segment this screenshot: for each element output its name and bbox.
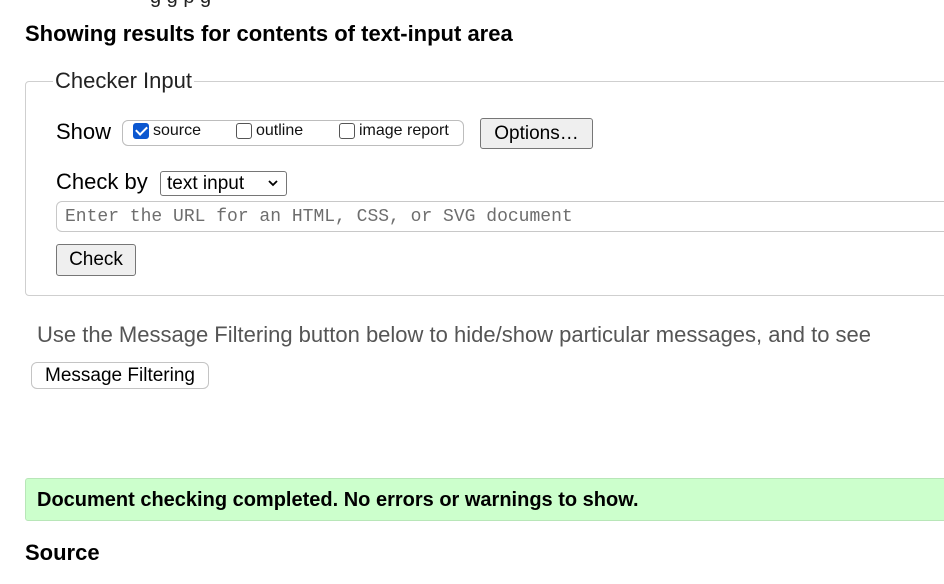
- success-message: Document checking completed. No errors o…: [37, 489, 639, 511]
- page: g g p g Showing results for contents of …: [0, 0, 944, 584]
- source-checkbox-label: source: [153, 122, 202, 139]
- options-button[interactable]: Options…: [480, 118, 593, 149]
- check-by-label: Check by: [56, 169, 148, 194]
- source-heading: Source: [25, 540, 100, 565]
- image-report-checkbox-label: image report: [359, 122, 449, 139]
- source-checkbox[interactable]: [133, 123, 149, 139]
- outline-checkbox-label: outline: [256, 122, 304, 139]
- show-label: Show: [56, 119, 112, 144]
- success-message-bar: Document checking completed. No errors o…: [25, 478, 944, 521]
- image-report-checkbox-option[interactable]: image report: [339, 122, 449, 140]
- check-button[interactable]: Check: [56, 244, 136, 276]
- image-report-checkbox[interactable]: [339, 123, 355, 139]
- message-filtering-note: Use the Message Filtering button below t…: [37, 322, 872, 347]
- source-checkbox-option[interactable]: source: [133, 122, 201, 140]
- checker-input-legend: Checker Input: [53, 68, 194, 94]
- url-input-placeholder: Enter the URL for an HTML, CSS, or SVG d…: [65, 207, 573, 227]
- chevron-down-icon: [268, 180, 278, 187]
- message-filtering-button[interactable]: Message Filtering: [31, 362, 209, 389]
- check-by-selected-value: text input: [167, 172, 245, 194]
- url-input[interactable]: Enter the URL for an HTML, CSS, or SVG d…: [56, 201, 944, 232]
- clipped-top-text: g g p g: [150, 0, 211, 9]
- outline-checkbox[interactable]: [236, 123, 252, 139]
- check-by-select[interactable]: text input: [160, 171, 287, 196]
- results-heading: Showing results for contents of text-inp…: [25, 21, 513, 46]
- outline-checkbox-option[interactable]: outline: [236, 122, 303, 140]
